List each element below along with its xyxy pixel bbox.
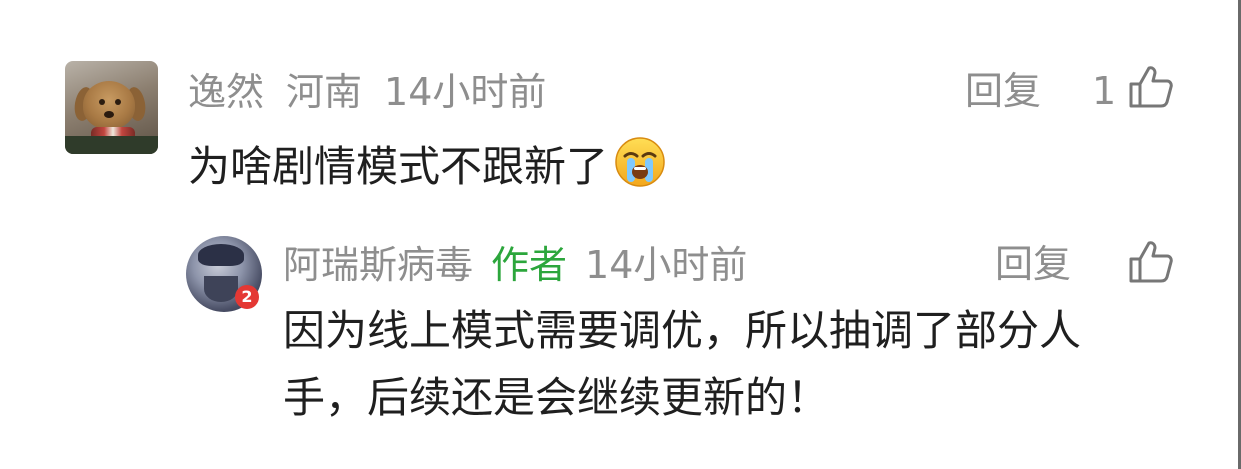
avatar-shape <box>83 81 135 129</box>
like-count: 1 <box>1092 69 1117 113</box>
avatar-shape <box>198 244 244 266</box>
timestamp: 14小时前 <box>384 70 547 114</box>
reply-text-line-1: 因为线上模式需要调优，所以抽调了部分人 <box>283 306 1082 355</box>
reply-meta: 阿瑞斯病毒 作者 14小时前 <box>283 246 747 284</box>
avatar-shape <box>65 136 158 154</box>
author-username[interactable]: 阿瑞斯病毒 <box>283 243 473 287</box>
level-badge: 2 <box>235 285 259 309</box>
username[interactable]: 逸然 <box>188 70 264 114</box>
reply-button[interactable]: 回复 <box>995 245 1071 283</box>
avatar-shape <box>204 276 238 302</box>
comment-body: 为啥剧情模式不跟新了 <box>188 136 666 188</box>
avatar-shape <box>99 99 105 105</box>
author-tag: 作者 <box>491 243 568 287</box>
reply-timestamp: 14小时前 <box>585 243 748 287</box>
thumbs-up-icon[interactable] <box>1128 239 1174 285</box>
comment-text: 为啥剧情模式不跟新了 <box>188 142 609 191</box>
thumbs-up-icon[interactable] <box>1128 64 1174 110</box>
comment-meta: 逸然 河南 14小时前 <box>188 73 546 111</box>
avatar-shape <box>115 99 121 105</box>
user-avatar[interactable] <box>65 61 158 154</box>
location-label: 河南 <box>286 70 363 114</box>
crying-emoji-icon <box>614 136 666 188</box>
reply-text-line-2: 手，后续还是会继续更新的！ <box>283 373 830 422</box>
avatar-shape <box>104 111 114 118</box>
reply-button[interactable]: 回复 <box>965 72 1041 110</box>
